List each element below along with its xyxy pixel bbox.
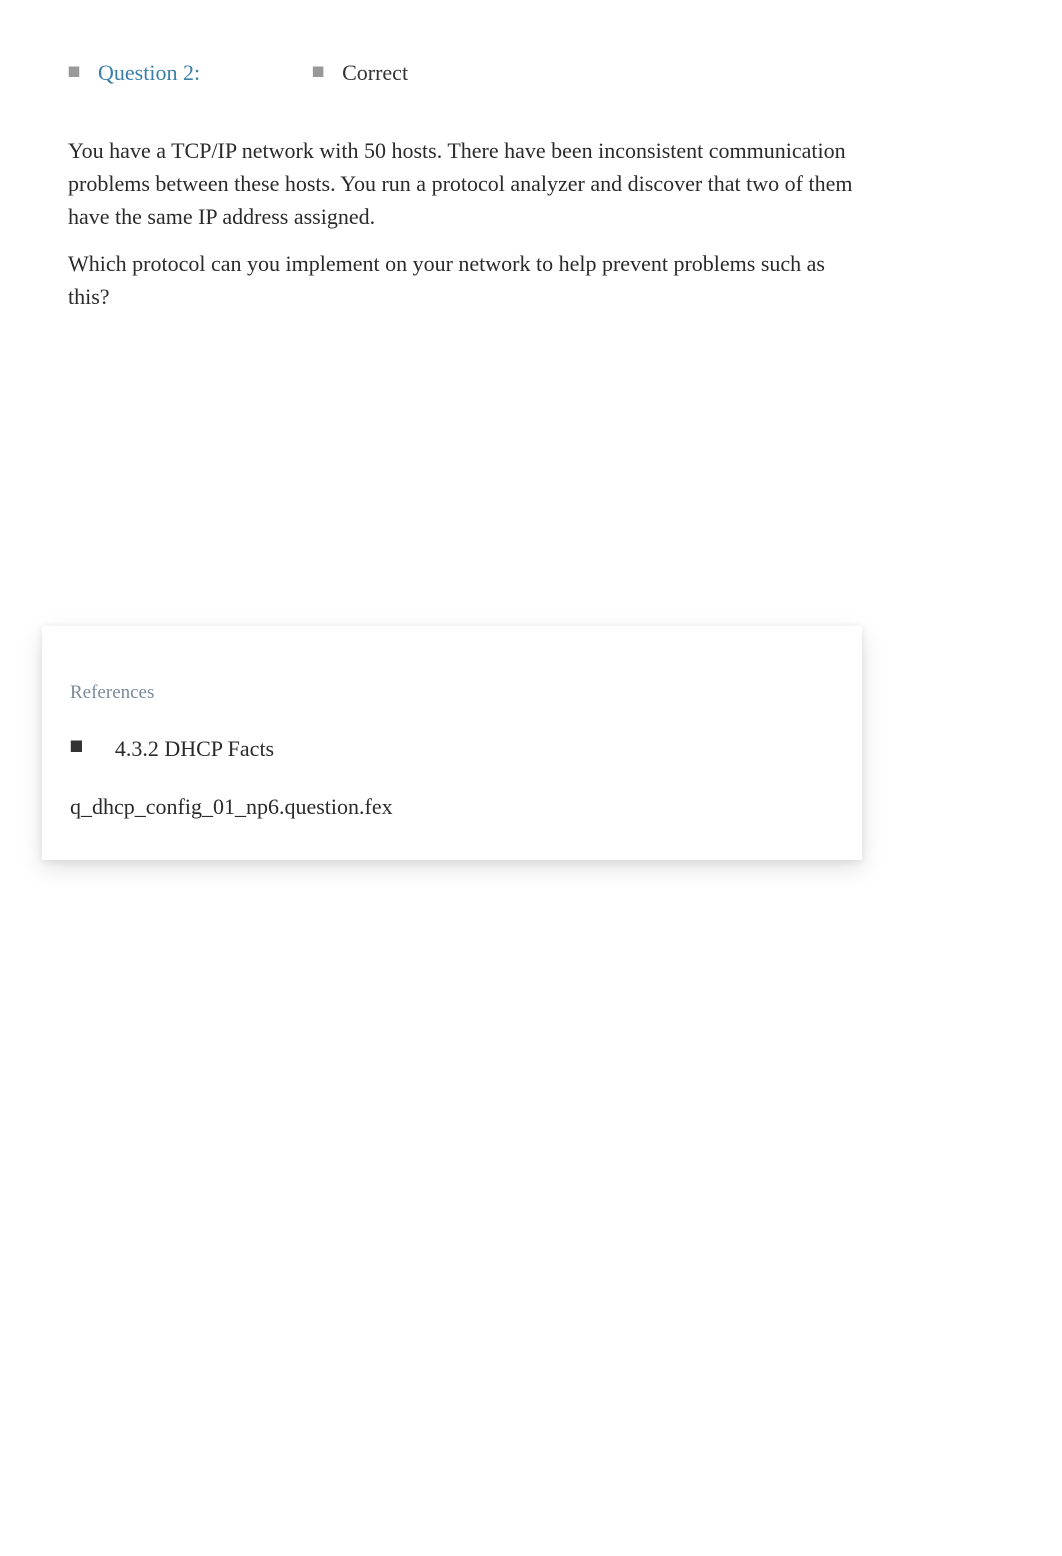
reference-link-text: 4.3.2 DHCP Facts [115, 736, 274, 762]
question-label-group: ⯀ Question 2: [68, 60, 200, 86]
question-body-paragraph: You have a TCP/IP network with 50 hosts.… [68, 134, 868, 233]
question-container: ⯀ Question 2: ⯀ Correct You have a TCP/I… [0, 0, 1062, 313]
reference-item[interactable]: ⯀ 4.3.2 DHCP Facts [70, 736, 834, 762]
bullet-icon: ⯀ [68, 65, 80, 82]
references-heading: References [70, 682, 834, 704]
bullet-icon: ⯀ [312, 65, 324, 82]
status-label: Correct [342, 60, 408, 86]
question-number-label: Question 2: [98, 60, 200, 86]
bullet-icon: ⯀ [70, 740, 83, 758]
question-prompt-paragraph: Which protocol can you implement on your… [68, 247, 868, 313]
status-group: ⯀ Correct [312, 60, 408, 86]
question-header: ⯀ Question 2: ⯀ Correct [68, 60, 994, 86]
question-file-name: q_dhcp_config_01_np6.question.fex [70, 794, 834, 820]
references-card: References ⯀ 4.3.2 DHCP Facts q_dhcp_con… [42, 626, 862, 860]
